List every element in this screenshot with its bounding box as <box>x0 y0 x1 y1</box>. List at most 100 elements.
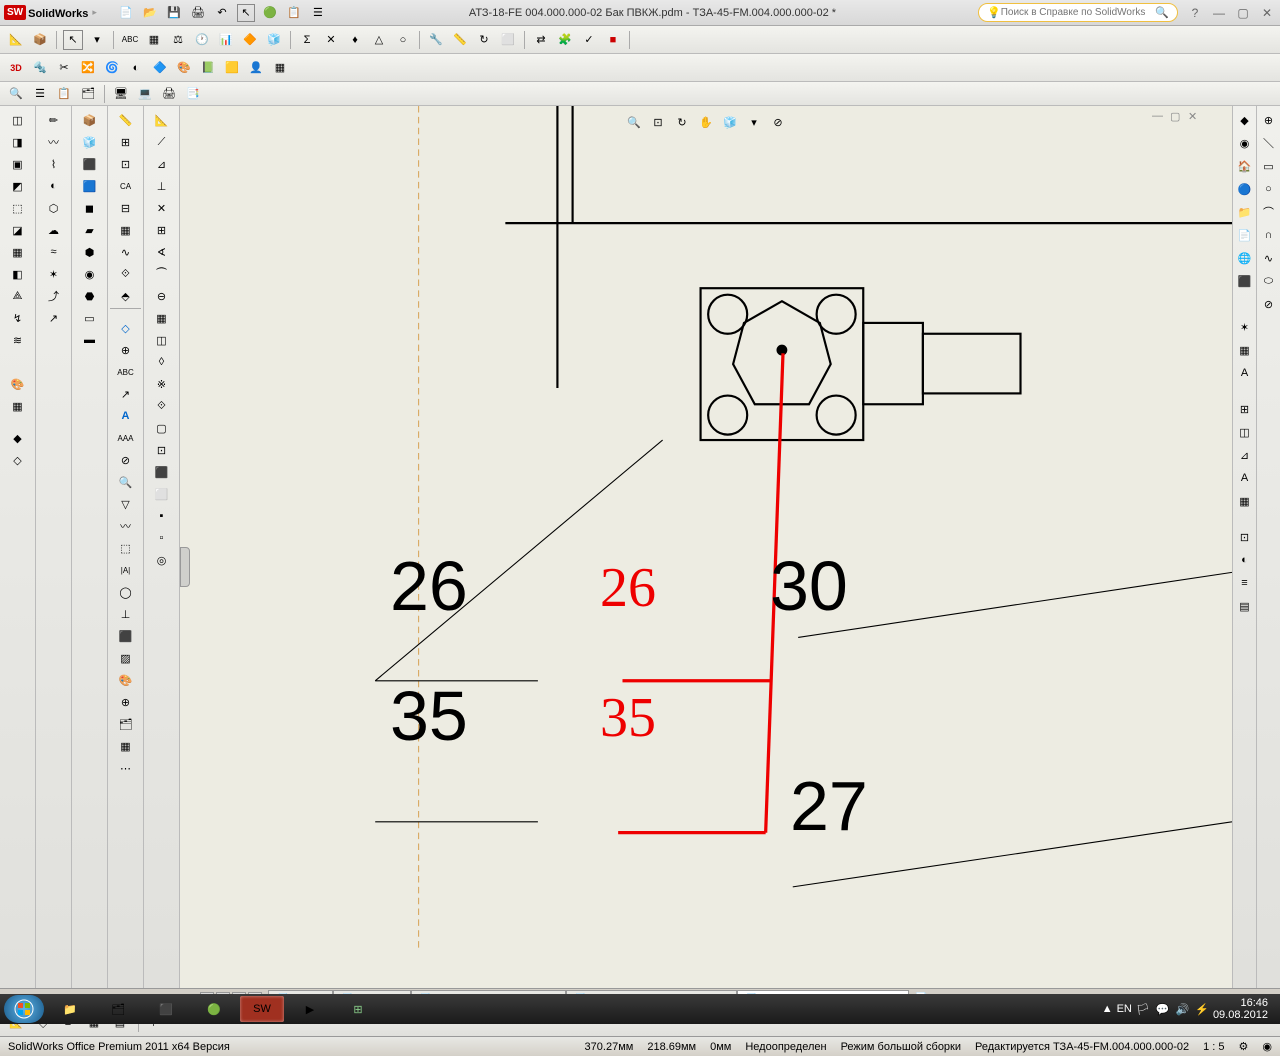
tool-btn[interactable]: ◉ <box>79 264 101 284</box>
new-button[interactable]: 📄 <box>117 4 135 22</box>
tool-btn[interactable]: 🟦 <box>79 176 101 196</box>
tool-btn[interactable]: ⟁ <box>7 286 29 306</box>
tool-btn[interactable]: ▰ <box>79 220 101 240</box>
arc-tool[interactable]: ⌒ <box>1259 202 1279 222</box>
tool-btn[interactable]: 📗 <box>198 58 218 78</box>
3d-tool[interactable]: 3D <box>6 58 26 78</box>
tool-btn[interactable]: ⏜ <box>151 264 173 284</box>
task-media[interactable]: ▶ <box>288 996 332 1022</box>
tool-btn[interactable]: 🔍 <box>6 84 26 104</box>
task-solidworks[interactable]: SW <box>240 996 284 1022</box>
tray-icon[interactable]: ⚡ <box>1195 1003 1209 1016</box>
tool-btn[interactable]: ◫ <box>7 110 29 130</box>
tool-btn[interactable]: 🌐 <box>1235 248 1255 268</box>
dimension-tool[interactable]: 📏 <box>115 110 137 130</box>
tool-btn[interactable]: ※ <box>151 374 173 394</box>
tool-btn[interactable]: ✕ <box>151 198 173 218</box>
tool-btn[interactable]: ▦ <box>7 242 29 262</box>
tool-btn[interactable]: ▦ <box>151 308 173 328</box>
tool-btn[interactable]: A <box>1235 363 1255 383</box>
tool-btn[interactable]: ▽ <box>115 494 137 514</box>
tool-btn[interactable]: ≋ <box>7 330 29 350</box>
tool-btn[interactable]: 🧊 <box>264 30 284 50</box>
tool-btn[interactable]: ≡ <box>1235 573 1255 593</box>
tool-btn[interactable]: ↗ <box>43 308 65 328</box>
rebuild-button[interactable]: 📋 <box>285 4 303 22</box>
tool-btn[interactable]: 📦 <box>79 110 101 130</box>
tool-btn[interactable]: ↗ <box>115 384 137 404</box>
line-tool[interactable]: ＼ <box>1259 133 1279 153</box>
minimize-button[interactable]: — <box>1210 6 1228 20</box>
tool-btn[interactable]: 🎨 <box>115 670 137 690</box>
start-button[interactable] <box>4 995 44 1023</box>
home-icon[interactable]: 🏠 <box>1235 156 1255 176</box>
tray-icon[interactable]: 💬 <box>1156 1003 1170 1016</box>
tool-btn[interactable]: ⊟ <box>115 198 137 218</box>
tool-btn[interactable]: ◐ <box>43 176 65 196</box>
tool-btn[interactable]: ⬛ <box>151 462 173 482</box>
tool-btn[interactable]: ⟐ <box>115 264 137 284</box>
tool-btn[interactable]: ▦ <box>7 396 29 416</box>
tool-btn[interactable]: ☁ <box>43 220 65 240</box>
tool-btn[interactable]: ∢ <box>151 242 173 262</box>
tool-btn[interactable]: 🌀 <box>102 58 122 78</box>
tool-btn[interactable]: 🔧 <box>426 30 446 50</box>
tool-btn[interactable]: ⬜ <box>151 484 173 504</box>
tool-btn[interactable]: ▫ <box>151 528 173 548</box>
tool-btn[interactable]: ⬘ <box>115 286 137 306</box>
tool-btn[interactable]: 🟨 <box>222 58 242 78</box>
abc-note-tool[interactable]: ABC <box>115 362 137 382</box>
tool-btn[interactable]: 📑 <box>183 84 203 104</box>
tool-btn[interactable]: ✕ <box>321 30 341 50</box>
tool-btn[interactable]: ⤴ <box>43 286 65 306</box>
tool-btn[interactable]: ⬛ <box>79 154 101 174</box>
tool-btn[interactable]: 🔀 <box>78 58 98 78</box>
open-button[interactable]: 📂 <box>141 4 159 22</box>
task-chrome[interactable]: 🟢 <box>192 996 236 1022</box>
tool-btn[interactable]: ⊥ <box>151 176 173 196</box>
search-input[interactable] <box>1001 7 1156 18</box>
tool-btn[interactable]: ◨ <box>7 132 29 152</box>
tool-btn[interactable]: A <box>1235 468 1255 488</box>
traffic-light-icon[interactable]: 🟢 <box>261 4 279 22</box>
search-icon[interactable]: 🔍 <box>1155 6 1169 19</box>
task-app[interactable]: ⬛ <box>144 996 188 1022</box>
tool-btn[interactable]: ◊ <box>151 352 173 372</box>
tool-btn[interactable]: ⋯ <box>115 758 137 778</box>
tool-btn[interactable]: ⊕ <box>115 692 137 712</box>
tool-btn[interactable]: 🎨 <box>174 58 194 78</box>
tray-expand[interactable]: ▲ <box>1102 1003 1113 1015</box>
status-icon[interactable]: ◉ <box>1262 1040 1272 1053</box>
status-icon[interactable]: ⚙ <box>1239 1040 1249 1053</box>
tool-btn[interactable]: ▪ <box>151 506 173 526</box>
tool-btn[interactable]: ♦ <box>345 30 365 50</box>
text-tool[interactable]: A <box>115 406 137 426</box>
drawing-canvas[interactable]: 🔍 ⊡ ↻ ✋ 🧊 ▾ ⊘ — ▢ ✕ <box>180 106 1232 988</box>
tool-btn[interactable]: ✂ <box>54 58 74 78</box>
tool-btn[interactable]: ▦ <box>1235 491 1255 511</box>
tool-btn[interactable]: 📏 <box>450 30 470 50</box>
tool-btn[interactable]: ▦ <box>115 220 137 240</box>
task-app[interactable]: ⊞ <box>336 996 380 1022</box>
rect-tool[interactable]: ▭ <box>1259 156 1279 176</box>
tool-btn[interactable]: ◩ <box>7 176 29 196</box>
tool-btn[interactable]: ∿ <box>115 242 137 262</box>
tool-btn[interactable]: ✓ <box>579 30 599 50</box>
save-button[interactable]: 💾 <box>165 4 183 22</box>
sigma-tool[interactable]: Σ <box>297 30 317 50</box>
task-explorer[interactable]: 📁 <box>48 996 92 1022</box>
tool-btn[interactable]: ▦ <box>270 58 290 78</box>
tool-btn[interactable]: 🧩 <box>555 30 575 50</box>
tool-btn[interactable]: ▣ <box>7 154 29 174</box>
tool-btn[interactable]: ⬢ <box>79 242 101 262</box>
tool-btn[interactable]: ⬡ <box>43 198 65 218</box>
help-search[interactable]: 💡 🔍 <box>978 3 1178 22</box>
tool-btn[interactable]: ⊘ <box>115 450 137 470</box>
tool-btn[interactable]: ⚖ <box>168 30 188 50</box>
tool-btn[interactable]: ▤ <box>1235 596 1255 616</box>
tool-btn[interactable]: 🖥 <box>111 84 131 104</box>
tool-btn[interactable]: ◆ <box>7 428 29 448</box>
tool-btn[interactable]: 📐 <box>151 110 173 130</box>
tool-btn[interactable]: 📊 <box>216 30 236 50</box>
tool-btn[interactable]: ▨ <box>115 648 137 668</box>
